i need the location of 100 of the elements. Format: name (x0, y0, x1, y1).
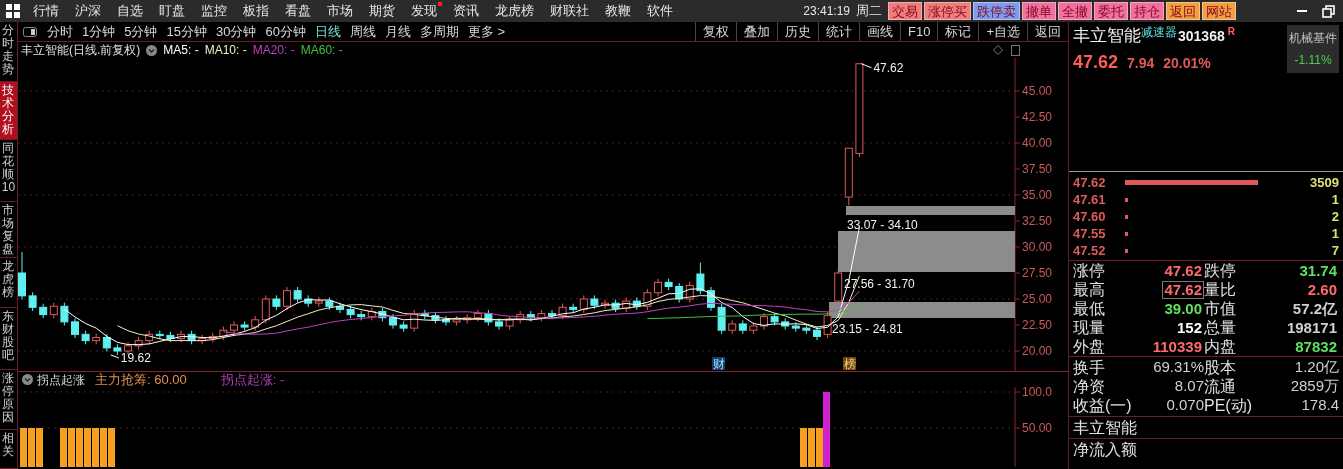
grid-logo-icon (6, 4, 20, 18)
menu-item[interactable]: 软件 (647, 1, 673, 21)
side-tab[interactable]: 技术分析 (0, 82, 17, 140)
price-label: 19.62 (120, 350, 151, 365)
stat-value: 39.00 (1163, 300, 1203, 317)
toolbar-button[interactable]: 撤单 (1022, 2, 1056, 20)
chart-tool-button[interactable]: +自选 (978, 22, 1027, 41)
menu-item[interactable]: 市场 (327, 1, 353, 21)
sector-change: -1.11% (1294, 52, 1332, 69)
menu-item[interactable]: 盯盘 (159, 1, 185, 21)
period-tab[interactable]: 日线 (314, 21, 341, 42)
chart-tool-button[interactable]: 叠加 (736, 22, 777, 41)
stat-value: 110339 (1151, 338, 1203, 355)
side-tab[interactable]: 相关 (0, 430, 17, 469)
ma-legend: MA60: - (300, 41, 343, 59)
toolbar-button[interactable]: 持仓 (1130, 2, 1164, 20)
axis-label: 35.00 (1022, 188, 1053, 202)
toolbar-button[interactable]: 网站 (1202, 2, 1236, 20)
period-tab[interactable]: 5分钟 (124, 21, 158, 42)
period-tab[interactable]: 60分钟 (265, 21, 306, 42)
stat-label: 总量 (1204, 319, 1237, 336)
side-tab[interactable]: 涨停原因 (0, 370, 17, 430)
stat-value: 87832 (1294, 338, 1338, 355)
chart-title: 丰立智能(日线.前复权) (21, 42, 141, 59)
menu-item[interactable]: 行情 (33, 1, 59, 21)
period-tab[interactable]: 30分钟 (215, 21, 257, 42)
toggle-icon (23, 26, 37, 37)
stat-label: 涨停 (1073, 262, 1106, 279)
stat-label: 量比 (1204, 281, 1237, 298)
axis-label: 45.00 (1022, 84, 1053, 98)
period-tab[interactable]: 15分钟 (166, 21, 207, 42)
price-change: 7.94 (1127, 54, 1155, 73)
menu-item[interactable]: 财联社 (550, 1, 589, 21)
chart-tool-button[interactable]: F10 (900, 22, 938, 41)
toolbar-button[interactable]: 全撤 (1058, 2, 1092, 20)
stat-label: 市值 (1204, 300, 1237, 317)
stat-value: 47.62 (1162, 280, 1204, 299)
last-price: 47.62 (1073, 51, 1119, 74)
stat-label: 换手 (1073, 359, 1106, 376)
chart-tool-button[interactable]: 返回 (1027, 22, 1068, 41)
chart-tool-button[interactable]: 复权 (695, 22, 736, 41)
stat-label: 内盘 (1204, 338, 1237, 355)
restore-icon (1322, 4, 1335, 18)
event-marker: 财 (712, 357, 725, 371)
side-tab[interactable]: 市场复盘 (0, 202, 17, 258)
axis-label: 32.50 (1022, 214, 1053, 228)
order-price: 47.55 (1073, 224, 1107, 243)
chart-tool-button[interactable]: 标记 (937, 22, 979, 41)
chart-tool-button[interactable]: 画线 (859, 22, 900, 41)
stock-code: 301368 (1178, 27, 1225, 46)
toolbar-button[interactable]: 交易 (888, 2, 922, 20)
axis-label: 22.50 (1022, 318, 1053, 332)
stat-value: 57.2亿 (1291, 300, 1338, 317)
zone-label: 23.15 - 24.81 (832, 322, 903, 336)
stat-value: 198171 (1285, 319, 1338, 336)
period-tab[interactable]: 周线 (349, 21, 376, 42)
toolbar-button[interactable]: 委托 (1094, 2, 1128, 20)
stat-value: 2.60 (1306, 281, 1338, 298)
stat-label: 最高 (1073, 281, 1106, 298)
weekday-label: 周二 (856, 2, 882, 21)
axis-label: 20.00 (1022, 344, 1053, 358)
axis-label: 30.00 (1022, 240, 1053, 254)
order-price: 47.61 (1073, 190, 1107, 209)
menu-item[interactable]: 沪深 (75, 1, 101, 21)
chart-tool-button[interactable]: 统计 (818, 22, 859, 41)
percent-change: 20.01% (1163, 54, 1211, 73)
toolbar-button[interactable]: 涨停买 (924, 2, 971, 20)
side-tab[interactable]: 同花顺10 (0, 140, 17, 202)
chart-tool-button[interactable]: 历史 (777, 22, 818, 41)
period-tab[interactable]: 更多 > (467, 21, 506, 42)
period-tab[interactable]: 分时 (47, 21, 73, 42)
menu-item[interactable]: 看盘 (285, 1, 311, 21)
order-volume: 1 (1331, 224, 1339, 243)
stat-value: 152 (1175, 319, 1203, 336)
sector-name: 机械基件 (1289, 30, 1337, 47)
menu-item[interactable]: 板指 (243, 1, 269, 21)
menu-item[interactable]: 资讯 (453, 1, 479, 21)
menu-item[interactable]: 自选 (117, 1, 143, 21)
period-tab[interactable]: 月线 (384, 21, 411, 42)
menu-item[interactable]: 教鞭 (605, 1, 631, 21)
menu-item[interactable]: 监控 (201, 1, 227, 21)
side-tab[interactable]: 龙虎榜 (0, 258, 17, 308)
order-price: 47.62 (1073, 173, 1107, 192)
indicator-legend: 拐点起涨: - (220, 369, 285, 390)
stat-value: 0.070 (1166, 395, 1204, 416)
stat-label: 股本 (1204, 359, 1237, 376)
order-price: 47.60 (1073, 207, 1107, 226)
axis-label: 40.00 (1022, 136, 1053, 150)
period-tab[interactable]: 1分钟 (82, 21, 116, 42)
axis-label: 37.50 (1022, 162, 1053, 176)
stat-label: PE(动) (1204, 397, 1253, 414)
order-volume: 2 (1331, 207, 1339, 226)
period-tab[interactable]: 多周期 (419, 21, 459, 42)
toolbar-button[interactable]: 返回 (1166, 2, 1200, 20)
menu-item[interactable]: 期货 (369, 1, 395, 21)
menu-item[interactable]: 龙虎榜 (495, 1, 534, 21)
toolbar-button[interactable]: 跌停卖 (973, 2, 1020, 20)
menu-item[interactable]: 发现 (411, 1, 437, 21)
side-tab[interactable]: 东财股吧 (0, 308, 17, 370)
axis-label: 27.50 (1022, 266, 1053, 280)
